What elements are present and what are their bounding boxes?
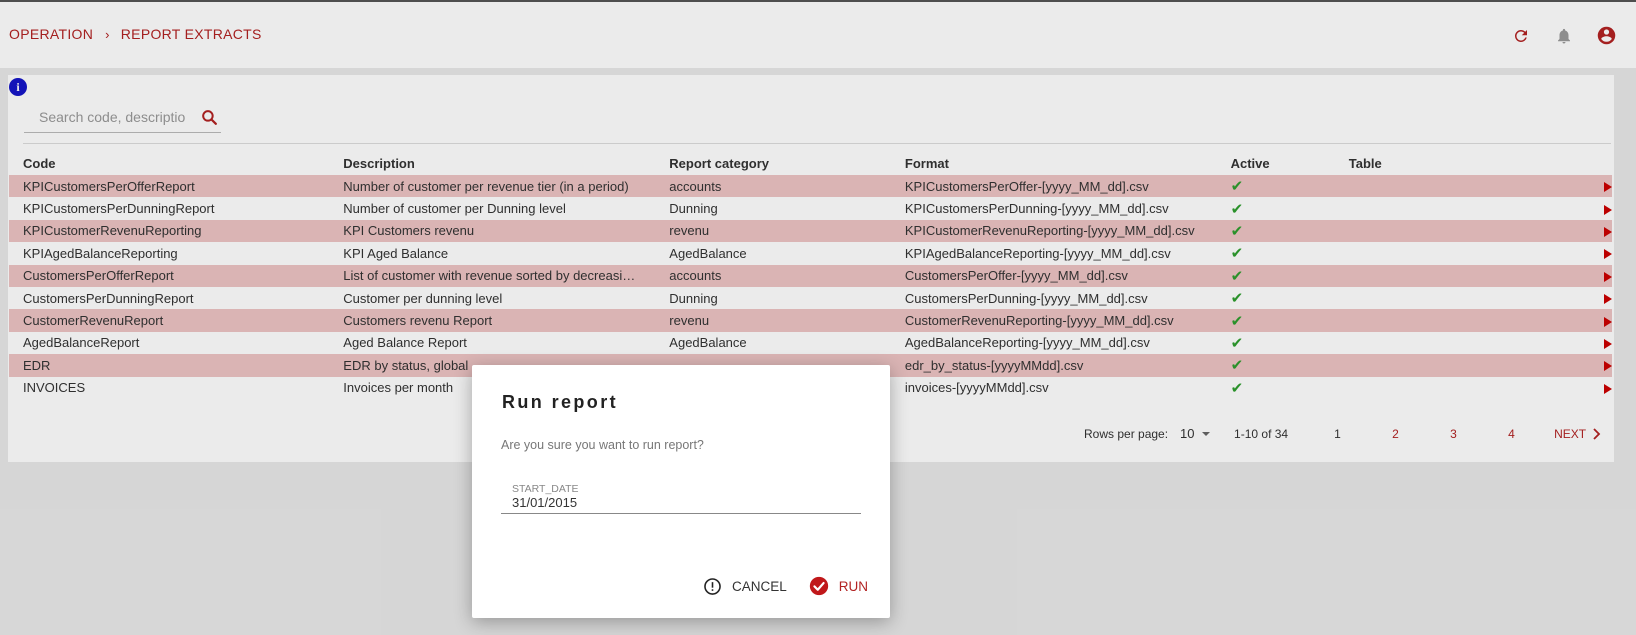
run-label: RUN: [838, 578, 868, 594]
start-date-input[interactable]: 31/01/2015: [512, 495, 577, 510]
start-date-field[interactable]: START_DATE 31/01/2015: [501, 483, 861, 514]
dialog-message: Are you sure you want to run report?: [501, 438, 704, 452]
run-report-dialog: Run report Are you sure you want to run …: [472, 365, 890, 618]
check-circle-icon: [809, 576, 828, 596]
dialog-actions: CANCEL RUN: [703, 576, 868, 596]
run-button[interactable]: RUN: [809, 576, 868, 596]
alert-circle-icon: [704, 577, 721, 595]
cancel-label: CANCEL: [731, 578, 787, 594]
start-date-label: START_DATE: [512, 483, 579, 495]
dialog-title: Run report: [502, 392, 618, 412]
cancel-button[interactable]: CANCEL: [703, 577, 787, 596]
